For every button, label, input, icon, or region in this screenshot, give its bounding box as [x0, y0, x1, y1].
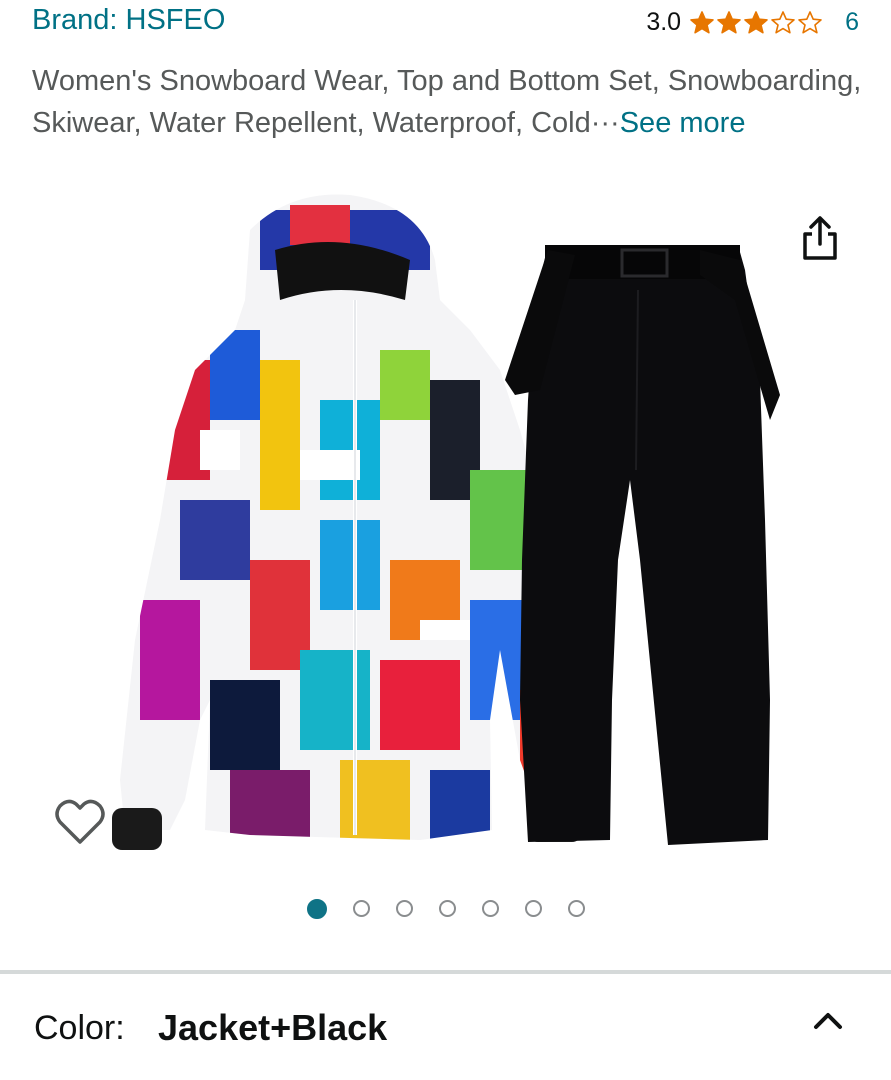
- chevron-up-icon[interactable]: [810, 1005, 846, 1035]
- star-icon: [717, 10, 741, 33]
- carousel-dot[interactable]: [481, 900, 499, 917]
- color-value: Jacket+Black: [158, 1007, 388, 1048]
- carousel-dots: [0, 899, 891, 919]
- product-title: Women's Snowboard Wear, Top and Bottom S…: [32, 60, 862, 144]
- rating-summary[interactable]: 3.0 6: [646, 8, 859, 37]
- section-divider: [0, 970, 891, 974]
- heart-icon[interactable]: [52, 796, 108, 848]
- star-rating: [689, 10, 823, 36]
- carousel-dot[interactable]: [567, 900, 585, 917]
- star-icon: [798, 10, 822, 33]
- rating-count-link[interactable]: 6: [845, 8, 859, 37]
- see-more-link[interactable]: See more: [620, 107, 746, 139]
- product-image[interactable]: [0, 190, 891, 880]
- carousel-dot[interactable]: [395, 900, 413, 917]
- brand-link[interactable]: Brand: HSFEO: [32, 4, 225, 37]
- share-icon[interactable]: [800, 212, 840, 264]
- carousel-dot[interactable]: [352, 900, 370, 917]
- color-selector[interactable]: Color: Jacket+Black: [0, 975, 891, 1080]
- carousel-dot[interactable]: [306, 899, 327, 919]
- star-icon: [690, 10, 714, 33]
- product-page: Brand: HSFEO 3.0 6 Women's Snowboard Wea…: [0, 0, 891, 1080]
- star-icon: [744, 10, 768, 33]
- carousel-dot[interactable]: [438, 900, 456, 917]
- rating-value: 3.0: [646, 8, 682, 36]
- carousel-dot[interactable]: [524, 900, 542, 917]
- pants-illustration: [505, 245, 780, 845]
- star-icon: [771, 10, 795, 33]
- color-label: Color:: [34, 1009, 125, 1047]
